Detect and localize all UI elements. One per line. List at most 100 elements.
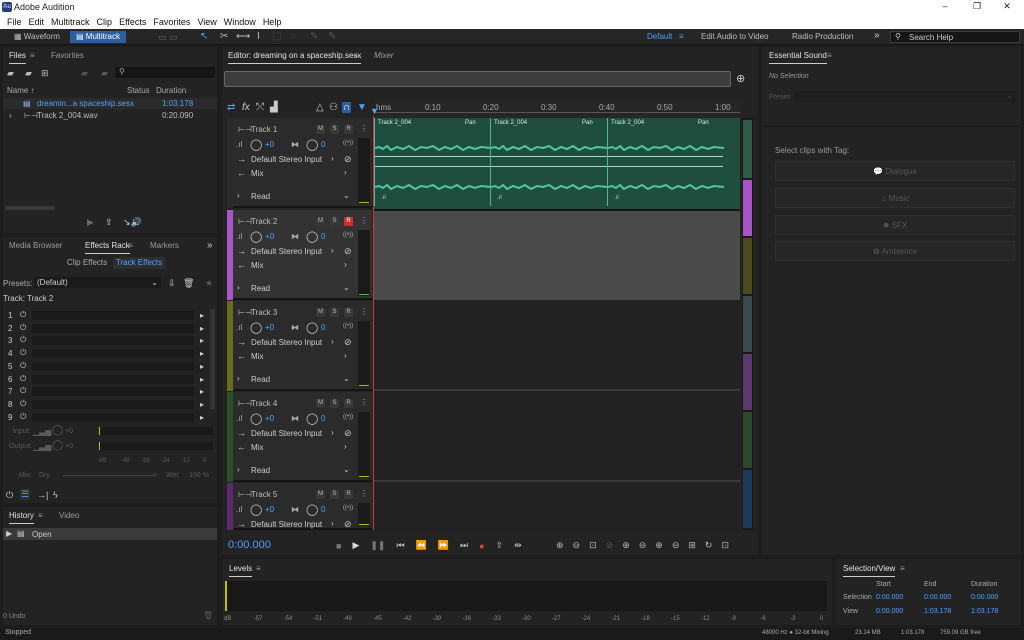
menu-favorites[interactable]: Favorites — [153, 17, 190, 27]
panel-menu-icon[interactable]: ≡ — [256, 564, 261, 573]
slot-power-icon[interactable]: ⏻ — [20, 335, 26, 345]
lasso-tool-icon[interactable]: ◌ — [290, 31, 296, 42]
expand-chevron-icon[interactable]: › — [237, 465, 240, 474]
track-5-lane[interactable] — [374, 482, 740, 530]
new-file-icon[interactable]: ⊞ — [41, 68, 49, 79]
slot-power-icon[interactable]: ⏻ — [20, 348, 26, 358]
volume-value[interactable]: +0 — [265, 323, 274, 332]
maximize-button[interactable]: ❐ — [967, 1, 987, 12]
sends-icon[interactable]: ⤲ — [256, 102, 264, 113]
playhead-line[interactable] — [373, 116, 374, 530]
panel-menu-icon[interactable]: ≡ — [38, 511, 43, 520]
panel-menu-icon[interactable]: ≡ — [354, 51, 359, 60]
import-file-icon[interactable]: ▰ — [25, 68, 32, 79]
view-end[interactable]: 1:03.178 — [924, 608, 951, 615]
track-name[interactable]: Track 5 — [251, 490, 277, 499]
phase-invert-icon[interactable]: ⊘ — [344, 519, 352, 530]
tab-media-browser[interactable]: Media Browser — [9, 241, 62, 250]
tab-markers[interactable]: Markers — [150, 241, 179, 250]
zoom-fit-icon[interactable]: ⊡ — [721, 540, 729, 551]
track-2-lane[interactable] — [374, 210, 740, 300]
volume-knob[interactable]: ◯ — [250, 321, 262, 334]
lightning-icon[interactable]: ϟ — [53, 490, 58, 500]
record-arm-button[interactable]: R — [344, 125, 353, 134]
slot-effect-field[interactable] — [32, 349, 194, 359]
autoplay-icon[interactable]: ↘🔊 — [123, 217, 142, 228]
track-output-select[interactable]: Mix — [251, 169, 263, 178]
solo-button[interactable]: S — [330, 217, 339, 226]
tab-video[interactable]: Video — [59, 511, 79, 520]
pause-icon[interactable]: ❚❚ — [370, 540, 385, 551]
play-icon[interactable]: ▶ — [87, 217, 94, 228]
close-file-icon[interactable]: ▰ — [101, 68, 108, 79]
fast-forward-icon[interactable]: ⏩ — [438, 540, 449, 551]
menu-multitrack[interactable]: Multitrack — [51, 17, 90, 27]
effect-slot[interactable]: 4 ⏻ ▸ — [8, 348, 204, 360]
slot-effect-field[interactable] — [32, 399, 194, 409]
panel-menu-icon[interactable]: ≡ — [827, 51, 832, 60]
output-knob-icon[interactable]: ◯ — [52, 440, 63, 451]
loop-icon[interactable]: ⇪ — [105, 217, 113, 228]
volume-knob[interactable]: ◯ — [250, 412, 262, 425]
loop-playback-icon[interactable]: ⇪ — [496, 540, 504, 551]
input-knob-icon[interactable]: ◯ — [52, 425, 63, 436]
next-icon[interactable]: ⏭ — [460, 540, 468, 551]
mute-button[interactable]: M — [316, 125, 325, 134]
music-tag-button[interactable]: ♫ Music — [775, 188, 1015, 208]
pan-envelope[interactable] — [375, 166, 490, 167]
menu-edit[interactable]: Edit — [29, 17, 45, 27]
magnet-icon[interactable]: ∩ — [342, 102, 352, 113]
phase-invert-icon[interactable]: ⊘ — [344, 428, 352, 439]
input-monitor-icon[interactable]: ⋮ — [360, 216, 368, 225]
slot-power-icon[interactable]: ⏻ — [20, 386, 26, 396]
favorite-star-icon[interactable]: ★ — [205, 278, 213, 289]
pan-value[interactable]: 0 — [321, 323, 325, 332]
slot-menu-arrow-icon[interactable]: ▸ — [200, 362, 204, 371]
slot-effect-field[interactable] — [32, 387, 194, 397]
pan-value[interactable]: 0 — [321, 232, 325, 241]
slot-menu-arrow-icon[interactable]: ▸ — [200, 311, 204, 320]
chevron-down-icon[interactable]: ⌄ — [343, 283, 350, 292]
time-ruler[interactable]: hms 0:10 0:20 0:30 0:40 0:50 1:00 — [374, 100, 740, 118]
slot-effect-field[interactable] — [32, 311, 194, 320]
dialogue-tag-button[interactable]: 💬 Dialogue — [775, 161, 1015, 181]
sfx-tag-button[interactable]: ✸ SFX — [775, 215, 1015, 235]
more-workspaces-icon[interactable]: » — [874, 30, 880, 41]
chevron-right-icon[interactable]: › — [331, 337, 334, 346]
track-input-select[interactable]: Default Stereo Input — [251, 338, 322, 347]
volume-value[interactable]: +0 — [265, 232, 274, 241]
chevron-right-icon[interactable]: › — [344, 168, 347, 177]
skip-selection-icon[interactable]: ⇹ — [514, 540, 522, 551]
chevron-right-icon[interactable]: › — [331, 154, 334, 163]
input-monitor-icon[interactable]: ⋮ — [360, 489, 368, 498]
track-drag-icon[interactable]: ⊢⊣ — [238, 125, 252, 134]
tab-favorites[interactable]: Favorites — [51, 51, 84, 60]
history-item[interactable]: ▶ ▤ Open — [3, 528, 217, 540]
open-file-icon[interactable]: ▰ — [7, 68, 14, 79]
volume-value[interactable]: +0 — [265, 505, 274, 514]
volume-value[interactable]: +0 — [265, 414, 274, 423]
input-monitor-icon[interactable]: ⋮ — [360, 124, 368, 133]
marker-icon[interactable]: ▼ — [357, 102, 367, 113]
volume-value[interactable]: +0 — [265, 140, 274, 149]
insert-into-multitrack-icon[interactable]: ▰ — [81, 68, 88, 79]
volume-knob[interactable]: ◯ — [250, 230, 262, 243]
track-input-select[interactable]: Default Stereo Input — [251, 429, 322, 438]
slot-effect-field[interactable] — [32, 323, 194, 333]
slot-menu-arrow-icon[interactable]: ▸ — [200, 387, 204, 396]
time-selection-tool-icon[interactable]: I — [257, 31, 260, 42]
automation-mode-select[interactable]: Read — [251, 375, 270, 384]
tab-levels[interactable]: Levels — [229, 564, 253, 577]
selection-end[interactable]: 0:00.000 — [924, 594, 951, 601]
mute-button[interactable]: M — [316, 308, 325, 317]
heal-tool-icon[interactable]: ✎ — [328, 31, 336, 42]
pan-knob[interactable]: ◯ — [306, 138, 318, 151]
overview-navigator[interactable] — [224, 71, 731, 87]
files-search-input[interactable]: ⚲ — [115, 67, 215, 78]
mute-button[interactable]: M — [316, 490, 325, 499]
mix-slider[interactable] — [63, 475, 155, 476]
playhead-icon[interactable]: ▼ — [370, 106, 379, 116]
ambience-tag-button[interactable]: ✿ Ambience — [775, 241, 1015, 261]
slot-power-icon[interactable]: ⏻ — [20, 374, 26, 384]
power-icon[interactable]: ⏻ — [6, 490, 13, 501]
